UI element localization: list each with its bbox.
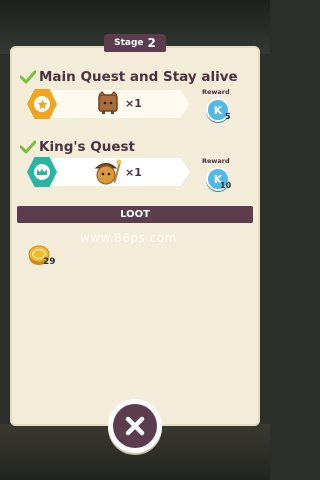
star-icon (37, 99, 47, 109)
stage-tab: Stage 2 (104, 34, 166, 52)
quest-2-reward-label: Reward (202, 157, 230, 165)
crown-icon (37, 168, 47, 175)
checkmark-icon (20, 70, 36, 84)
stage-label: Stage (114, 38, 144, 48)
quest-1-item-qty: ×1 (125, 97, 142, 110)
watermark: www.86ps.com (80, 231, 177, 245)
loot-title: LOOT (120, 209, 150, 220)
stage-number: 2 (147, 36, 156, 50)
wooden-crate-character-icon (98, 91, 118, 114)
reward-token-icon: K (213, 103, 223, 117)
quest-1-reward-count: 5 (225, 112, 231, 121)
acorn-character-icon (94, 159, 122, 185)
quest-2-title: King's Quest (20, 139, 135, 155)
quest-1-title-text: Main Quest and Stay alive (39, 69, 238, 85)
quest-1-title: Main Quest and Stay alive (20, 69, 238, 85)
quest-2-title-text: King's Quest (39, 139, 135, 155)
close-button[interactable] (108, 399, 162, 453)
close-button-inner[interactable] (113, 404, 157, 448)
close-icon (125, 416, 145, 436)
quest-2-reward-count: 10 (220, 181, 232, 190)
quest-2-item-qty: ×1 (125, 166, 142, 179)
loot-coin-count: 29 (43, 257, 56, 267)
loot-header: LOOT (17, 206, 253, 223)
quest-1-reward-label: Reward (202, 88, 230, 96)
checkmark-icon (20, 140, 36, 154)
